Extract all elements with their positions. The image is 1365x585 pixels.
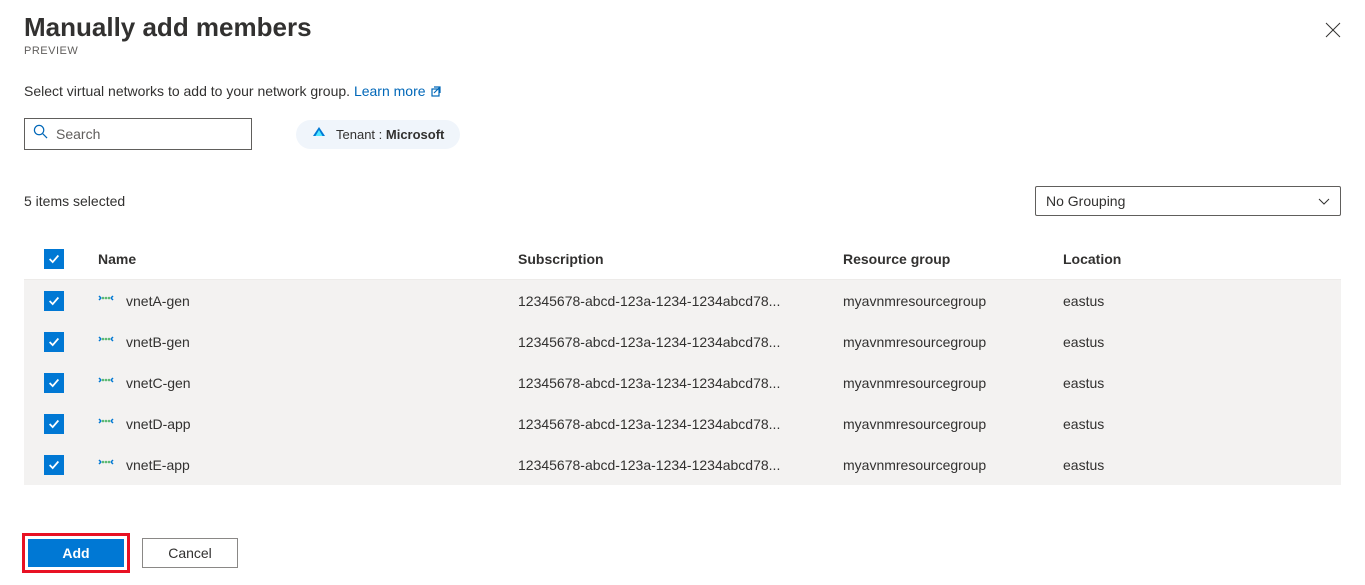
row-checkbox[interactable] bbox=[44, 455, 64, 475]
table-row[interactable]: vnetB-gen 12345678-abcd-123a-1234-1234ab… bbox=[24, 321, 1341, 362]
vnet-icon bbox=[98, 290, 114, 311]
column-header-location[interactable]: Location bbox=[1063, 251, 1341, 267]
preview-badge: PREVIEW bbox=[24, 45, 312, 57]
add-button-highlight: Add bbox=[22, 533, 130, 573]
row-subscription: 12345678-abcd-123a-1234-1234abcd78... bbox=[518, 375, 843, 391]
vnet-icon bbox=[98, 413, 114, 434]
column-header-name[interactable]: Name bbox=[98, 251, 518, 267]
select-all-checkbox[interactable] bbox=[44, 249, 64, 269]
table-row[interactable]: vnetD-app 12345678-abcd-123a-1234-1234ab… bbox=[24, 403, 1341, 444]
row-name: vnetD-app bbox=[126, 416, 191, 432]
column-header-subscription[interactable]: Subscription bbox=[518, 251, 843, 267]
row-location: eastus bbox=[1063, 293, 1341, 309]
tenant-label: Tenant : Microsoft bbox=[336, 127, 444, 142]
row-subscription: 12345678-abcd-123a-1234-1234abcd78... bbox=[518, 457, 843, 473]
add-button[interactable]: Add bbox=[28, 539, 124, 567]
row-subscription: 12345678-abcd-123a-1234-1234abcd78... bbox=[518, 334, 843, 350]
close-button[interactable] bbox=[1325, 22, 1341, 38]
row-resource-group: myavnmresourcegroup bbox=[843, 375, 1063, 391]
row-subscription: 12345678-abcd-123a-1234-1234abcd78... bbox=[518, 293, 843, 309]
table-row[interactable]: vnetA-gen 12345678-abcd-123a-1234-1234ab… bbox=[24, 280, 1341, 321]
row-resource-group: myavnmresourcegroup bbox=[843, 457, 1063, 473]
row-location: eastus bbox=[1063, 457, 1341, 473]
chevron-down-icon bbox=[1318, 193, 1330, 209]
vnet-icon bbox=[98, 331, 114, 352]
cancel-button[interactable]: Cancel bbox=[142, 538, 238, 568]
learn-more-label: Learn more bbox=[354, 83, 426, 99]
row-checkbox[interactable] bbox=[44, 414, 64, 434]
items-selected-text: 5 items selected bbox=[24, 193, 125, 209]
row-name: vnetB-gen bbox=[126, 334, 190, 350]
grouping-dropdown[interactable]: No Grouping bbox=[1035, 186, 1341, 216]
row-location: eastus bbox=[1063, 375, 1341, 391]
page-title: Manually add members bbox=[24, 12, 312, 43]
table-header: Name Subscription Resource group Locatio… bbox=[24, 238, 1341, 280]
search-icon bbox=[33, 124, 48, 144]
row-checkbox[interactable] bbox=[44, 332, 64, 352]
row-name: vnetA-gen bbox=[126, 293, 190, 309]
row-resource-group: myavnmresourcegroup bbox=[843, 416, 1063, 432]
tenant-pill[interactable]: Tenant : Microsoft bbox=[296, 120, 460, 149]
row-checkbox[interactable] bbox=[44, 291, 64, 311]
tenant-icon bbox=[312, 126, 326, 143]
grouping-value: No Grouping bbox=[1046, 193, 1125, 209]
search-box[interactable] bbox=[24, 118, 252, 150]
table-row[interactable]: vnetC-gen 12345678-abcd-123a-1234-1234ab… bbox=[24, 362, 1341, 403]
row-location: eastus bbox=[1063, 334, 1341, 350]
description-text: Select virtual networks to add to your n… bbox=[24, 83, 1341, 100]
row-subscription: 12345678-abcd-123a-1234-1234abcd78... bbox=[518, 416, 843, 432]
external-link-icon bbox=[431, 84, 443, 100]
row-location: eastus bbox=[1063, 416, 1341, 432]
close-icon bbox=[1325, 22, 1341, 38]
column-header-resource-group[interactable]: Resource group bbox=[843, 251, 1063, 267]
row-resource-group: myavnmresourcegroup bbox=[843, 293, 1063, 309]
description-label: Select virtual networks to add to your n… bbox=[24, 83, 350, 99]
vnet-icon bbox=[98, 372, 114, 393]
vnet-table: Name Subscription Resource group Locatio… bbox=[24, 238, 1341, 485]
row-resource-group: myavnmresourcegroup bbox=[843, 334, 1063, 350]
row-name: vnetE-app bbox=[126, 457, 190, 473]
table-row[interactable]: vnetE-app 12345678-abcd-123a-1234-1234ab… bbox=[24, 444, 1341, 485]
search-input[interactable] bbox=[56, 126, 243, 142]
learn-more-link[interactable]: Learn more bbox=[354, 83, 443, 99]
vnet-icon bbox=[98, 454, 114, 475]
row-name: vnetC-gen bbox=[126, 375, 191, 391]
row-checkbox[interactable] bbox=[44, 373, 64, 393]
